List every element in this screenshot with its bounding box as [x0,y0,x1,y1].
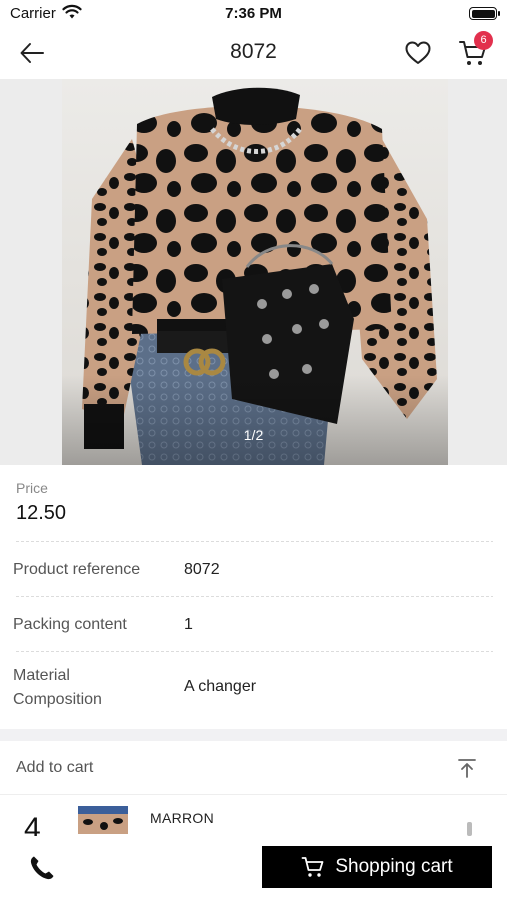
product-photo [62,79,448,465]
attribute-value: 1 [184,616,193,633]
bottom-bar: Shopping cart [0,836,507,900]
clock: 7:36 PM [225,5,282,22]
product-image-gallery[interactable]: 1/2 [0,79,507,465]
heart-icon[interactable] [404,39,432,67]
attribute-row: Packing content 1 [0,597,507,651]
price-value: 12.50 [16,502,67,524]
attribute-value: A changer [184,678,257,695]
attribute-row: Material Composition A changer [0,652,507,730]
variant-quantity[interactable]: 4 [24,812,41,836]
attribute-label: Packing content [13,616,127,633]
attribute-value: 8072 [184,561,220,578]
product-details: Price 12.50 Product reference 8072 Packi… [0,465,507,730]
variant-name: MARRON [150,810,215,826]
scroll-handle[interactable] [467,822,472,836]
battery-icon [469,7,500,20]
attribute-label: Product reference [13,561,141,578]
cart-icon [301,857,324,877]
image-page-indicator: 1/2 [243,427,264,443]
variant-row[interactable]: 4 MARRON [0,796,507,836]
section-gap [0,729,507,741]
phone-icon[interactable] [28,854,56,882]
navigation-bar: 8072 6 [0,28,507,78]
shopping-cart-button[interactable]: Shopping cart [262,846,492,888]
shopping-cart-label: Shopping cart [335,856,453,877]
add-to-cart-section[interactable]: Add to cart [0,741,507,795]
status-bar: Carrier 7:36 PM [0,0,507,28]
price-label: Price [16,480,48,496]
price-block: Price 12.50 [0,465,507,541]
attribute-label: Material Composition [13,667,102,708]
collapse-up-icon[interactable] [456,757,478,779]
attribute-row: Product reference 8072 [0,542,507,596]
variant-thumbnail [78,806,128,834]
add-to-cart-label: Add to cart [16,759,94,776]
cart-count-badge: 6 [474,31,493,50]
